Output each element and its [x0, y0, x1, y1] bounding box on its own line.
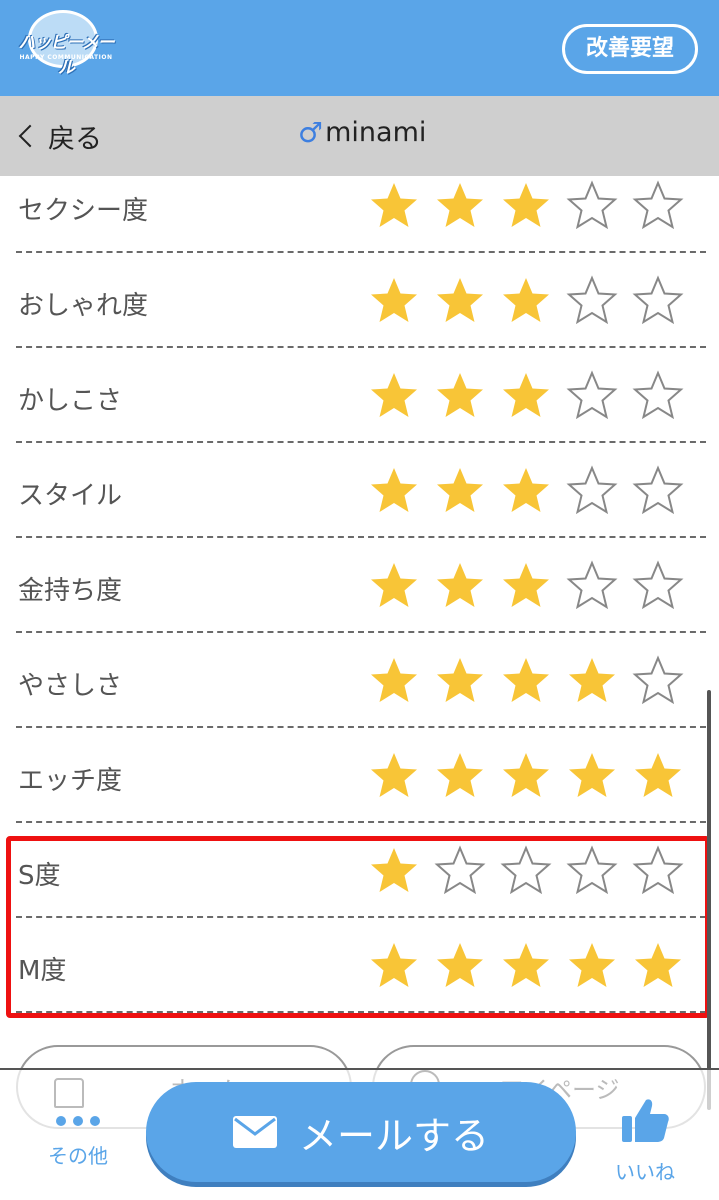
rating-label: エッチ度: [18, 766, 123, 796]
logo-subtitle: HAPPY COMMUNICATION: [19, 54, 113, 61]
star-filled-icon: [503, 373, 549, 417]
rating-label: S度: [18, 861, 61, 891]
star-rating: [368, 560, 684, 612]
envelope-icon: [232, 1116, 277, 1148]
star-filled-icon: [503, 658, 549, 702]
star-filled-icon: [437, 563, 483, 607]
star-filled-icon: [371, 563, 417, 607]
star-empty-icon: [632, 465, 684, 515]
send-mail-button[interactable]: メールする: [146, 1082, 576, 1182]
star-filled-icon: [503, 278, 549, 322]
star-empty-icon: [566, 180, 618, 230]
rating-row: エッチ度: [16, 728, 706, 823]
nav-home[interactable]: [44, 1078, 94, 1108]
star-empty-icon: [500, 845, 552, 895]
star-filled-icon: [437, 468, 483, 512]
star-empty-icon: [632, 275, 684, 325]
star-filled-icon: [569, 753, 615, 797]
rating-row: セクシー度: [16, 158, 706, 253]
star-rating: [368, 275, 684, 327]
star-filled-icon: [371, 848, 417, 892]
star-filled-icon: [569, 943, 615, 987]
star-filled-icon: [371, 373, 417, 417]
rating-row: かしこさ: [16, 348, 706, 443]
rating-label: やさしさ: [18, 671, 123, 701]
star-rating: [368, 940, 684, 992]
back-button[interactable]: 戻る: [16, 118, 102, 155]
star-rating: [368, 750, 684, 802]
star-empty-icon: [566, 465, 618, 515]
star-filled-icon: [437, 943, 483, 987]
star-filled-icon: [635, 943, 681, 987]
nav-other-label: その他: [48, 1144, 108, 1168]
star-filled-icon: [437, 753, 483, 797]
nav-like[interactable]: いいね: [600, 1096, 690, 1185]
profile-name: minami: [325, 117, 427, 148]
star-filled-icon: [371, 278, 417, 322]
rating-row: やさしさ: [16, 633, 706, 728]
star-filled-icon: [371, 943, 417, 987]
rating-label: 金持ち度: [18, 576, 123, 606]
star-empty-icon: [566, 560, 618, 610]
rating-row: S度: [16, 823, 706, 918]
star-empty-icon: [632, 180, 684, 230]
star-filled-icon: [503, 468, 549, 512]
nav-like-label: いいね: [615, 1160, 675, 1184]
dots-icon: [40, 1110, 116, 1132]
send-mail-label: メールする: [298, 1113, 489, 1158]
rating-label: かしこさ: [18, 386, 123, 416]
home-icon: [54, 1078, 84, 1108]
star-filled-icon: [503, 753, 549, 797]
rating-row: M度: [16, 918, 706, 1013]
nav-other[interactable]: その他: [40, 1110, 116, 1169]
rating-row: 金持ち度: [16, 538, 706, 633]
star-rating: [368, 655, 684, 707]
logo-text: ハッピーメール: [18, 33, 114, 78]
star-rating: [368, 845, 684, 897]
star-filled-icon: [371, 183, 417, 227]
star-empty-icon: [566, 275, 618, 325]
star-empty-icon: [566, 370, 618, 420]
star-filled-icon: [371, 658, 417, 702]
star-filled-icon: [503, 563, 549, 607]
star-filled-icon: [371, 468, 417, 512]
scrollbar[interactable]: [707, 690, 711, 1110]
chevron-left-icon: [18, 124, 42, 148]
happymail-logo[interactable]: ハッピーメール HAPPY COMMUNICATION: [12, 10, 120, 78]
star-filled-icon: [437, 658, 483, 702]
star-filled-icon: [371, 753, 417, 797]
star-filled-icon: [503, 943, 549, 987]
star-empty-icon: [434, 845, 486, 895]
star-filled-icon: [635, 753, 681, 797]
rating-label: M度: [18, 956, 67, 986]
top-bar: ハッピーメール HAPPY COMMUNICATION 改善要望: [0, 0, 719, 96]
star-empty-icon: [566, 845, 618, 895]
profile-title: ♂ minami: [298, 116, 426, 149]
star-empty-icon: [632, 655, 684, 705]
star-rating: [368, 465, 684, 517]
star-filled-icon: [503, 183, 549, 227]
rating-row: おしゃれ度: [16, 253, 706, 348]
star-filled-icon: [437, 373, 483, 417]
star-empty-icon: [632, 560, 684, 610]
star-empty-icon: [632, 370, 684, 420]
star-rating: [368, 180, 684, 232]
thumbs-up-icon: [622, 1099, 669, 1142]
male-icon: ♂: [298, 116, 324, 149]
rating-label: スタイル: [18, 481, 123, 511]
star-filled-icon: [437, 183, 483, 227]
rating-row: スタイル: [16, 443, 706, 538]
star-filled-icon: [569, 658, 615, 702]
back-label: 戻る: [48, 123, 102, 155]
star-rating: [368, 370, 684, 422]
rating-label: セクシー度: [18, 196, 149, 226]
improvement-request-button[interactable]: 改善要望: [562, 24, 698, 74]
star-empty-icon: [632, 845, 684, 895]
rating-label: おしゃれ度: [18, 291, 149, 321]
star-filled-icon: [437, 278, 483, 322]
